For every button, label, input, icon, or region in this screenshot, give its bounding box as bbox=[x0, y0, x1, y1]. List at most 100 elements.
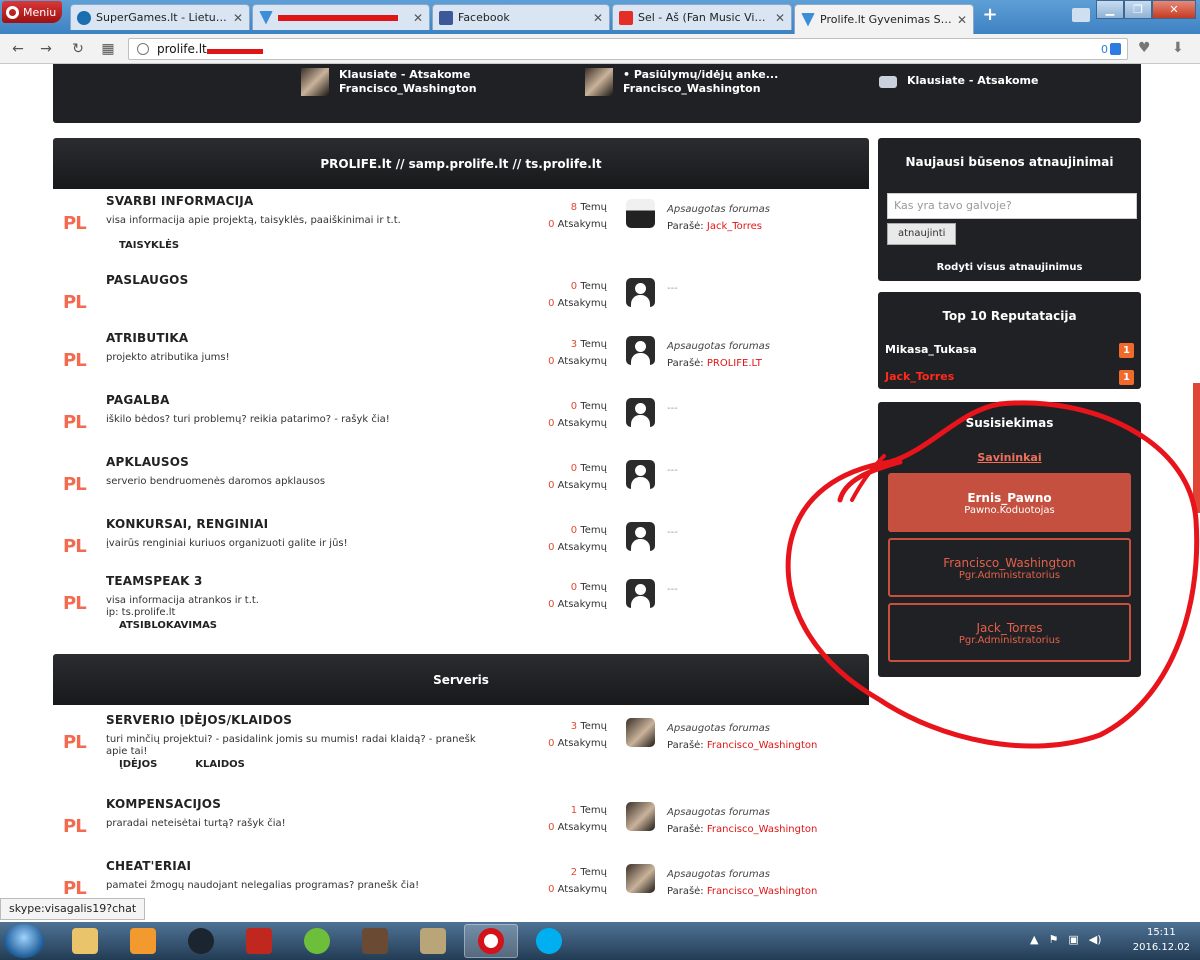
avatar[interactable] bbox=[626, 579, 655, 608]
close-icon[interactable]: ✕ bbox=[413, 11, 423, 25]
avatar[interactable] bbox=[626, 398, 655, 427]
speed-dial-icon[interactable]: ▦ bbox=[98, 39, 118, 59]
back-arrow-icon[interactable]: ← bbox=[8, 39, 28, 59]
reputation-row[interactable]: Mikasa_Tukasa 1 bbox=[885, 343, 1134, 358]
last-post-user[interactable]: Francisco_Washington bbox=[707, 740, 817, 751]
subforum-link[interactable]: ĮDĖJOS bbox=[119, 759, 157, 770]
forum-title[interactable]: KONKURSAI, RENGINIAI bbox=[106, 517, 268, 531]
close-window-button[interactable]: ✕ bbox=[1152, 0, 1196, 19]
scrollbar-thumb[interactable] bbox=[1193, 383, 1200, 513]
tab-redacted[interactable]: ✕ bbox=[252, 4, 430, 30]
contact-card[interactable]: Francisco_Washington Pgr.Administratoriu… bbox=[888, 538, 1131, 597]
site-info-icon[interactable] bbox=[137, 43, 149, 55]
forum-title[interactable]: TEAMSPEAK 3 bbox=[106, 574, 203, 588]
avatar[interactable] bbox=[626, 460, 655, 489]
forum-title[interactable]: SERVERIO ĮDĖJOS/KLAIDOS bbox=[106, 713, 292, 727]
close-icon[interactable]: ✕ bbox=[593, 11, 603, 25]
avatar[interactable] bbox=[626, 199, 655, 228]
forum-title[interactable]: ATRIBUTIKA bbox=[106, 331, 188, 345]
last-post-user[interactable]: PROLIFE.LT bbox=[707, 358, 762, 369]
forum-title[interactable]: PASLAUGOS bbox=[106, 273, 188, 287]
forum-row: PL PAGALBA iškilo bėdos? turi problemų? re… bbox=[53, 393, 869, 453]
contact-card[interactable]: Jack_Torres Pgr.Administratorius bbox=[888, 603, 1131, 662]
subforum-link[interactable]: ATSIBLOKAVIMAS bbox=[119, 620, 217, 631]
maximize-button[interactable]: ❐ bbox=[1124, 0, 1152, 19]
replies-label: Atsakymų bbox=[557, 356, 607, 367]
subforum-link[interactable]: TAISYKLĖS bbox=[119, 240, 179, 251]
avatar[interactable] bbox=[626, 278, 655, 307]
taskbar-opera[interactable] bbox=[464, 924, 518, 958]
tray-expand-icon[interactable]: ▲ bbox=[1030, 933, 1038, 946]
windows-start-button[interactable] bbox=[4, 924, 44, 958]
adblock-badge[interactable]: 0 bbox=[1101, 43, 1121, 56]
forward-arrow-icon[interactable]: → bbox=[36, 39, 56, 59]
last-post-title[interactable]: Apsaugotas forumas bbox=[667, 866, 817, 883]
avatar[interactable] bbox=[626, 802, 655, 831]
recent-topic-item[interactable]: Klausiate - Atsakome Francisco_Washingto… bbox=[301, 68, 477, 96]
new-tab-button[interactable]: + bbox=[980, 5, 1000, 25]
last-post-title[interactable]: Apsaugotas forumas bbox=[667, 720, 817, 737]
posted-by-label: Parašė: bbox=[667, 358, 704, 369]
volume-icon[interactable]: ◀) bbox=[1089, 933, 1102, 946]
contact-card[interactable]: Ernis_Pawno Pawno.Koduotojas bbox=[888, 473, 1131, 532]
close-icon[interactable]: ✕ bbox=[233, 11, 243, 25]
reload-icon[interactable]: ↻ bbox=[68, 39, 88, 59]
taskbar-winamp[interactable] bbox=[174, 924, 228, 958]
avatar[interactable] bbox=[626, 718, 655, 747]
network-icon[interactable]: ▣ bbox=[1068, 933, 1078, 946]
filezilla-icon bbox=[246, 928, 272, 954]
subforum-link[interactable]: KLAIDOS bbox=[195, 759, 245, 770]
last-post-title[interactable]: Apsaugotas forumas bbox=[667, 338, 770, 355]
taskbar-clock[interactable]: 15:11 2016.12.02 bbox=[1133, 925, 1190, 955]
forum-stats: 1 Temų 0 Atsakymų bbox=[493, 802, 607, 836]
owners-link[interactable]: Savininkai bbox=[878, 451, 1141, 464]
last-post-user[interactable]: Francisco_Washington bbox=[707, 886, 817, 897]
tab-prolife-active[interactable]: Prolife.lt Gyvenimas San An ✕ bbox=[794, 4, 974, 34]
tab-facebook[interactable]: Facebook ✕ bbox=[432, 4, 610, 30]
tab-label: Facebook bbox=[458, 11, 510, 24]
tab-label: Prolife.lt Gyvenimas San An bbox=[820, 13, 952, 26]
reputation-row[interactable]: Jack_Torres 1 bbox=[885, 370, 1134, 385]
last-post-title[interactable]: Apsaugotas forumas bbox=[667, 201, 770, 218]
last-post-user[interactable]: Jack_Torres bbox=[707, 221, 762, 232]
forum-title[interactable]: PAGALBA bbox=[106, 393, 170, 407]
category-header[interactable]: Serveris bbox=[53, 654, 869, 705]
recent-topic-item[interactable]: • Pasiūlymų/idėjų anke... Francisco_Wash… bbox=[585, 68, 778, 96]
taskbar-explorer[interactable] bbox=[58, 924, 112, 958]
heart-icon[interactable]: ♥ bbox=[1138, 40, 1151, 56]
taskbar-filezilla[interactable] bbox=[232, 924, 286, 958]
taskbar-game[interactable] bbox=[348, 924, 402, 958]
status-input[interactable]: Kas yra tavo galvoje? bbox=[887, 193, 1137, 219]
clock-time: 15:11 bbox=[1146, 927, 1176, 938]
minimize-button[interactable]: ▁ bbox=[1096, 0, 1124, 19]
close-icon[interactable]: ✕ bbox=[957, 13, 967, 27]
tab-menu-icon[interactable] bbox=[1072, 8, 1090, 22]
recent-topic-item[interactable]: Klausiate - Atsakome bbox=[879, 68, 1038, 88]
show-all-updates-link[interactable]: Rodyti visus atnaujinimus bbox=[878, 262, 1141, 273]
tab-youtube[interactable]: Sel - Aš (Fan Music Video) ✕ bbox=[612, 4, 792, 30]
tab-supergames[interactable]: SuperGames.lt - Lietuviai ž ✕ bbox=[70, 4, 250, 30]
forum-row: PL SVARBI INFORMACIJA visa informacija api… bbox=[53, 194, 869, 254]
forum-title[interactable]: SVARBI INFORMACIJA bbox=[106, 194, 253, 208]
close-icon[interactable]: ✕ bbox=[775, 11, 785, 25]
taskbar-media-player[interactable] bbox=[116, 924, 170, 958]
taskbar-utorrent[interactable] bbox=[290, 924, 344, 958]
avatar[interactable] bbox=[626, 522, 655, 551]
last-post-title[interactable]: Apsaugotas forumas bbox=[667, 804, 817, 821]
flag-icon[interactable]: ⚑ bbox=[1048, 933, 1058, 946]
avatar[interactable] bbox=[626, 336, 655, 365]
forum-title[interactable]: CHEAT'ERIAI bbox=[106, 859, 191, 873]
forum-title[interactable]: APKLAUSOS bbox=[106, 455, 189, 469]
avatar[interactable] bbox=[626, 864, 655, 893]
address-bar[interactable]: prolife.lt 0 bbox=[128, 38, 1128, 60]
category-header[interactable]: PROLIFE.lt // samp.prolife.lt // ts.prol… bbox=[53, 138, 869, 189]
topics-count: 0 bbox=[570, 401, 578, 412]
opera-menu-button[interactable]: Meniu bbox=[2, 1, 62, 23]
download-icon[interactable]: ⬇ bbox=[1172, 40, 1184, 56]
last-post-user[interactable]: Francisco_Washington bbox=[707, 824, 817, 835]
taskbar-skype[interactable] bbox=[522, 924, 576, 958]
update-status-button[interactable]: atnaujinti bbox=[887, 223, 957, 245]
taskbar-app[interactable] bbox=[406, 924, 460, 958]
forum-title[interactable]: KOMPENSACIJOS bbox=[106, 797, 221, 811]
address-url: prolife.lt bbox=[157, 42, 207, 56]
